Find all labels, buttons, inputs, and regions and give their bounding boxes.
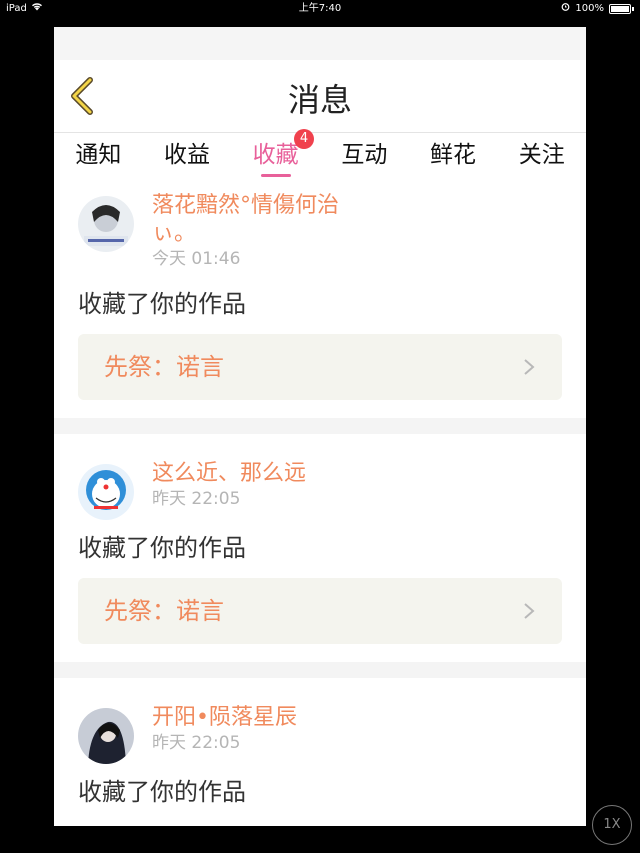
message-card: 落花黯然°情傷何治ぃ。 今天 01:46 收藏了你的作品 先祭：诺言 bbox=[54, 180, 586, 418]
avatar[interactable] bbox=[78, 464, 134, 520]
tab-earnings[interactable]: 收益 bbox=[143, 133, 232, 180]
work-link[interactable]: 先祭：诺言 bbox=[78, 578, 562, 644]
message-time: 今天 01:46 bbox=[152, 249, 241, 269]
message-text: 收藏了你的作品 bbox=[78, 290, 246, 318]
avatar[interactable] bbox=[78, 708, 134, 764]
message-text: 收藏了你的作品 bbox=[78, 534, 246, 562]
status-bar: iPad 上午7:40 100% bbox=[0, 0, 640, 18]
avatar[interactable] bbox=[78, 196, 134, 252]
message-text: 收藏了你的作品 bbox=[78, 778, 246, 806]
work-link[interactable]: 先祭：诺言 bbox=[78, 334, 562, 400]
tab-notifications[interactable]: 通知 bbox=[54, 133, 143, 180]
message-time: 昨天 22:05 bbox=[152, 489, 241, 509]
unread-badge: 4 bbox=[294, 129, 315, 149]
clock: 上午7:40 bbox=[298, 3, 342, 14]
chevron-right-icon bbox=[524, 359, 535, 375]
tab-favorites[interactable]: 收藏 4 bbox=[231, 129, 320, 180]
zoom-toggle-button[interactable]: 1X bbox=[592, 805, 632, 845]
user-name[interactable]: 这么近、那么远 bbox=[152, 460, 362, 488]
active-tab-indicator bbox=[260, 174, 291, 177]
tab-following[interactable]: 关注 bbox=[497, 133, 586, 180]
tab-flowers[interactable]: 鲜花 bbox=[409, 133, 498, 180]
navbar: 消息 bbox=[54, 60, 586, 132]
message-card: 开阳•陨落星辰 昨天 22:05 收藏了你的作品 bbox=[54, 678, 586, 826]
alarm-icon bbox=[561, 0, 570, 18]
message-time: 昨天 22:05 bbox=[152, 733, 241, 753]
tab-interactions[interactable]: 互动 bbox=[320, 133, 409, 180]
page-title: 消息 bbox=[287, 81, 352, 119]
chevron-right-icon bbox=[524, 603, 535, 619]
work-title: 先祭：诺言 bbox=[104, 353, 224, 381]
message-card: 这么近、那么远 昨天 22:05 收藏了你的作品 先祭：诺言 bbox=[54, 434, 586, 662]
battery-icon bbox=[609, 4, 631, 14]
app-window: 消息 通知 收益 收藏 4 互动 鲜花 关注 落花黯然°情傷何治ぃ。 今天 01… bbox=[54, 27, 586, 826]
user-name[interactable]: 开阳•陨落星辰 bbox=[152, 704, 362, 732]
tab-bar: 通知 收益 收藏 4 互动 鲜花 关注 bbox=[54, 129, 586, 180]
battery-percent: 100% bbox=[575, 3, 604, 14]
user-name[interactable]: 落花黯然°情傷何治ぃ。 bbox=[152, 192, 362, 248]
work-title: 先祭：诺言 bbox=[104, 597, 224, 625]
